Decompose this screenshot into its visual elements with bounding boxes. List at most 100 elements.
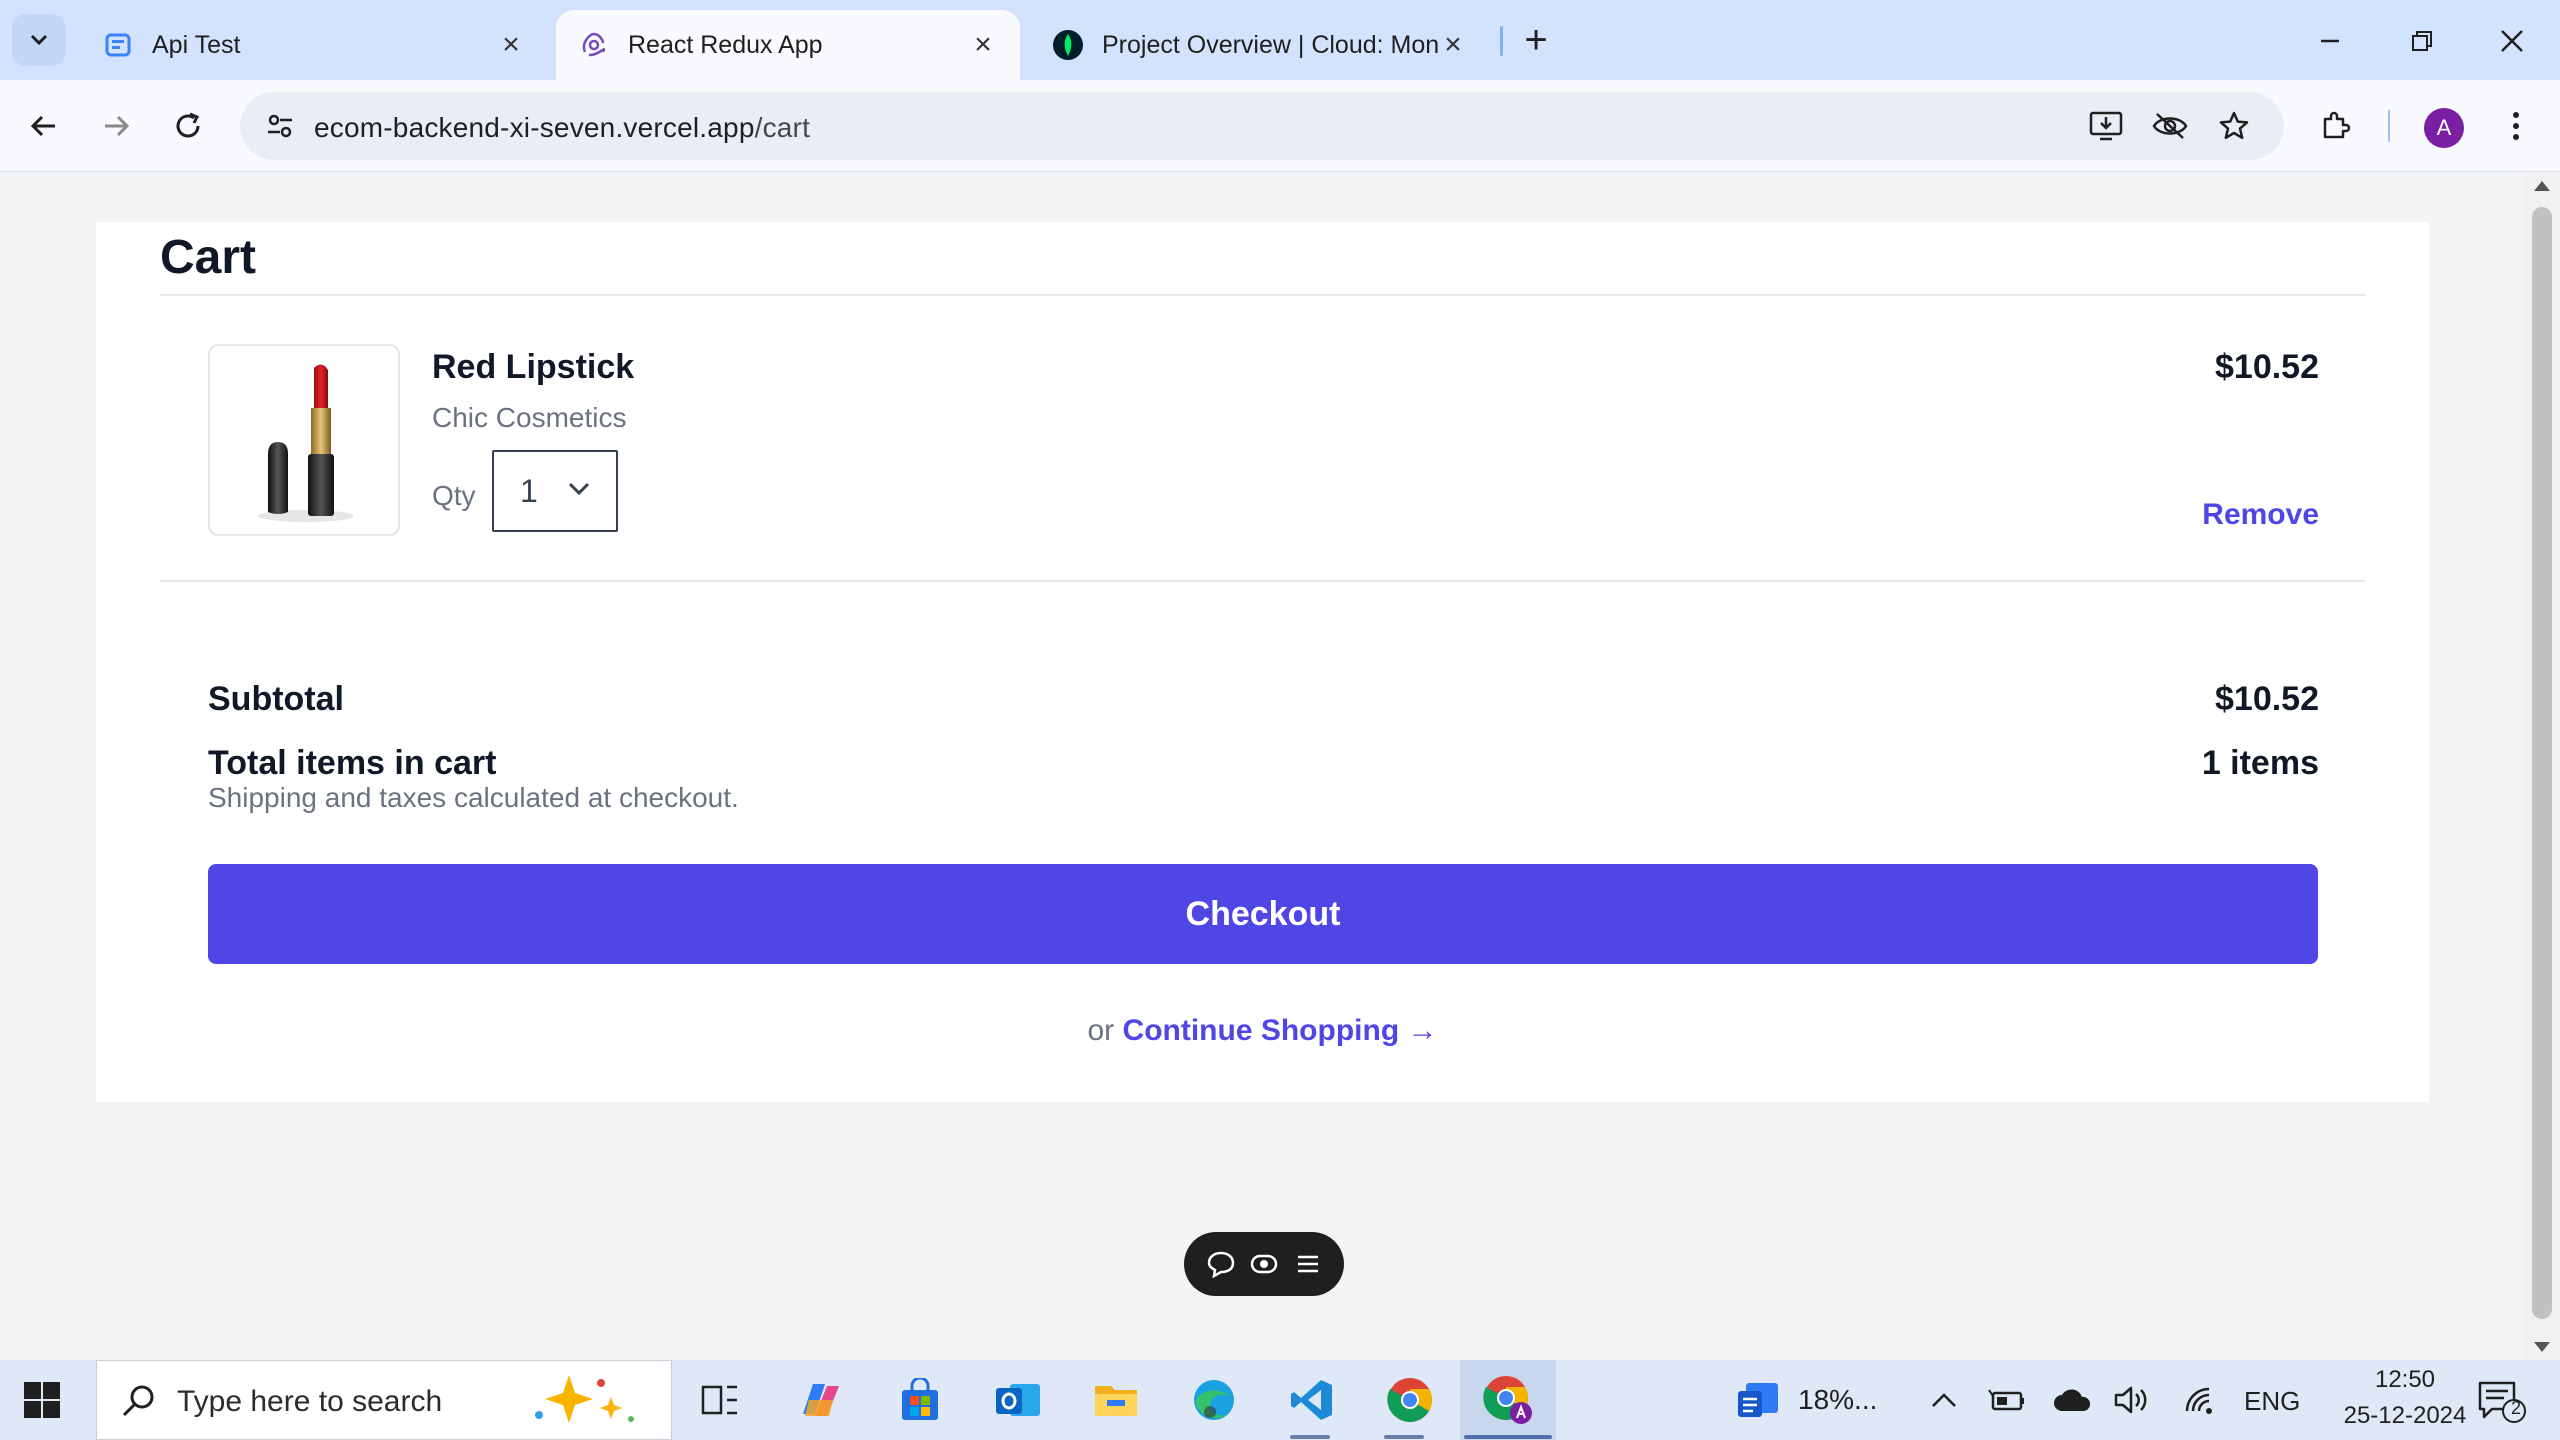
tab-api-test[interactable]: Api Test ×: [80, 10, 548, 80]
title-divider: [160, 294, 2365, 296]
summary-divider: [160, 580, 2365, 582]
outlook-icon[interactable]: [988, 1370, 1048, 1430]
total-items-value: 1 items: [2201, 744, 2319, 782]
reload-button[interactable]: [164, 102, 212, 150]
tab-title: React Redux App: [628, 30, 823, 59]
product-brand: Chic Cosmetics: [432, 402, 627, 433]
arrow-right-icon: [105, 115, 130, 137]
close-tab-icon[interactable]: ×: [1438, 28, 1468, 61]
reload-icon: [176, 112, 200, 138]
continue-row: or Continue Shopping →: [96, 1014, 2429, 1048]
tab-title: Api Test: [152, 30, 241, 59]
redux-favicon-icon: [578, 29, 610, 61]
copilot-app-icon[interactable]: [790, 1370, 850, 1430]
scroll-down-arrow-icon[interactable]: [2534, 1342, 2550, 1352]
volume-icon[interactable]: [2112, 1382, 2152, 1418]
checkout-button[interactable]: Checkout: [208, 864, 2318, 964]
chrome-icon[interactable]: [1380, 1370, 1440, 1430]
edge-browser-icon[interactable]: [1184, 1370, 1244, 1430]
api-test-favicon-icon: [102, 29, 134, 61]
chat-bubble-icon[interactable]: [1204, 1247, 1238, 1281]
onedrive-cloud-icon[interactable]: [2052, 1382, 2092, 1418]
eye-off-icon[interactable]: [2146, 102, 2194, 150]
arrow-left-icon: [30, 115, 55, 137]
copilot-sparkle-icon: [527, 1369, 647, 1438]
product-name[interactable]: Red Lipstick: [432, 348, 634, 387]
wifi-icon[interactable]: [2180, 1382, 2220, 1418]
restore-icon: [2412, 31, 2432, 51]
remove-button[interactable]: Remove: [2202, 498, 2319, 532]
tab-search-button[interactable]: [12, 14, 66, 66]
continue-shopping-link[interactable]: Continue Shopping →: [1123, 1014, 1438, 1047]
forward-button[interactable]: [92, 102, 140, 150]
url-text: ecom-backend-xi-seven.vercel.app/cart: [314, 112, 810, 144]
chevron-down-icon: [30, 34, 48, 46]
browser-menu-button[interactable]: [2492, 102, 2540, 150]
shipping-note: Shipping and taxes calculated at checkou…: [208, 782, 739, 813]
widgets-text[interactable]: 18%...: [1798, 1384, 1877, 1416]
battery-icon[interactable]: [1986, 1382, 2026, 1418]
close-tab-icon[interactable]: ×: [496, 28, 526, 61]
url-path: /cart: [754, 112, 811, 143]
close-tab-icon[interactable]: ×: [968, 28, 998, 61]
search-placeholder: Type here to search: [177, 1385, 443, 1418]
clock-date[interactable]: 25-12-2024: [2316, 1402, 2494, 1430]
windows-start-icon[interactable]: [20, 1378, 64, 1422]
tab-project-overview[interactable]: Project Overview | Cloud: Mong ×: [1030, 10, 1490, 80]
subtotal-value: $10.52: [2215, 680, 2319, 718]
extensions-button[interactable]: [2312, 102, 2360, 150]
eye-toggle-icon[interactable]: [1247, 1247, 1281, 1281]
windows-taskbar: Type here to search 18%... ENG 12:50 25-…: [0, 1360, 2560, 1440]
close-window-button[interactable]: [2482, 16, 2542, 66]
widgets-news-icon[interactable]: [1736, 1378, 1782, 1422]
running-indicator: [1464, 1435, 1552, 1439]
address-bar[interactable]: ecom-backend-xi-seven.vercel.app/cart: [240, 92, 2284, 160]
page-scrollbar[interactable]: [2524, 173, 2560, 1360]
chrome-profile-icon[interactable]: [1478, 1370, 1538, 1430]
language-indicator[interactable]: ENG: [2244, 1386, 2300, 1417]
lipstick-image: [258, 364, 354, 522]
chevron-down-icon: [568, 482, 590, 496]
product-image[interactable]: [208, 344, 400, 536]
notification-center-icon[interactable]: 2: [2474, 1378, 2528, 1424]
mongodb-leaf-icon: [1052, 29, 1084, 61]
vscode-icon[interactable]: [1282, 1370, 1342, 1430]
toolbar-divider: [2388, 110, 2390, 142]
new-tab-button[interactable]: +: [1514, 18, 1558, 62]
quantity-select[interactable]: 1: [492, 450, 618, 532]
running-indicator: [1384, 1435, 1424, 1439]
minimize-button[interactable]: [2300, 16, 2360, 66]
tab-react-redux-app[interactable]: React Redux App ×: [556, 10, 1020, 80]
browser-tab-strip: Api Test × React Redux App × Project Ove…: [0, 0, 2560, 80]
taskbar-search-box[interactable]: Type here to search: [96, 1360, 672, 1440]
minimize-icon: [2321, 39, 2339, 43]
scrollbar-thumb[interactable]: [2532, 207, 2552, 1319]
task-view-icon[interactable]: [690, 1370, 750, 1430]
cart-card: Cart Red Lipstick Chic Cosmetics Qty 1 $…: [96, 222, 2429, 1102]
total-items-label: Total items in cart: [208, 744, 497, 782]
qty-label: Qty: [432, 480, 476, 511]
back-button[interactable]: [20, 102, 68, 150]
floating-toolbar: [1184, 1232, 1344, 1296]
restore-button[interactable]: [2392, 16, 2452, 66]
page-title: Cart: [160, 231, 257, 284]
tab-title: Project Overview | Cloud: Mong: [1102, 30, 1438, 59]
install-app-icon[interactable]: [2082, 102, 2130, 150]
search-icon: [119, 1381, 159, 1426]
notification-count: 2: [2510, 1398, 2521, 1418]
menu-icon[interactable]: [1291, 1247, 1325, 1281]
profile-avatar[interactable]: A: [2424, 108, 2464, 148]
puzzle-icon: [2323, 111, 2351, 139]
running-indicator: [1290, 1435, 1330, 1439]
url-host: ecom-backend-xi-seven.vercel.app: [314, 112, 755, 143]
product-price: $10.52: [2215, 348, 2319, 386]
browser-toolbar: ecom-backend-xi-seven.vercel.app/cart A: [0, 80, 2560, 172]
chevron-up-icon[interactable]: [1924, 1382, 1964, 1418]
or-text: or: [1087, 1014, 1115, 1047]
bookmark-star-icon[interactable]: [2210, 102, 2258, 150]
clock-time[interactable]: 12:50: [2350, 1366, 2460, 1394]
scroll-up-arrow-icon[interactable]: [2534, 181, 2550, 191]
file-explorer-icon[interactable]: [1086, 1370, 1146, 1430]
site-settings-icon[interactable]: [256, 102, 304, 150]
microsoft-store-icon[interactable]: [890, 1370, 950, 1430]
